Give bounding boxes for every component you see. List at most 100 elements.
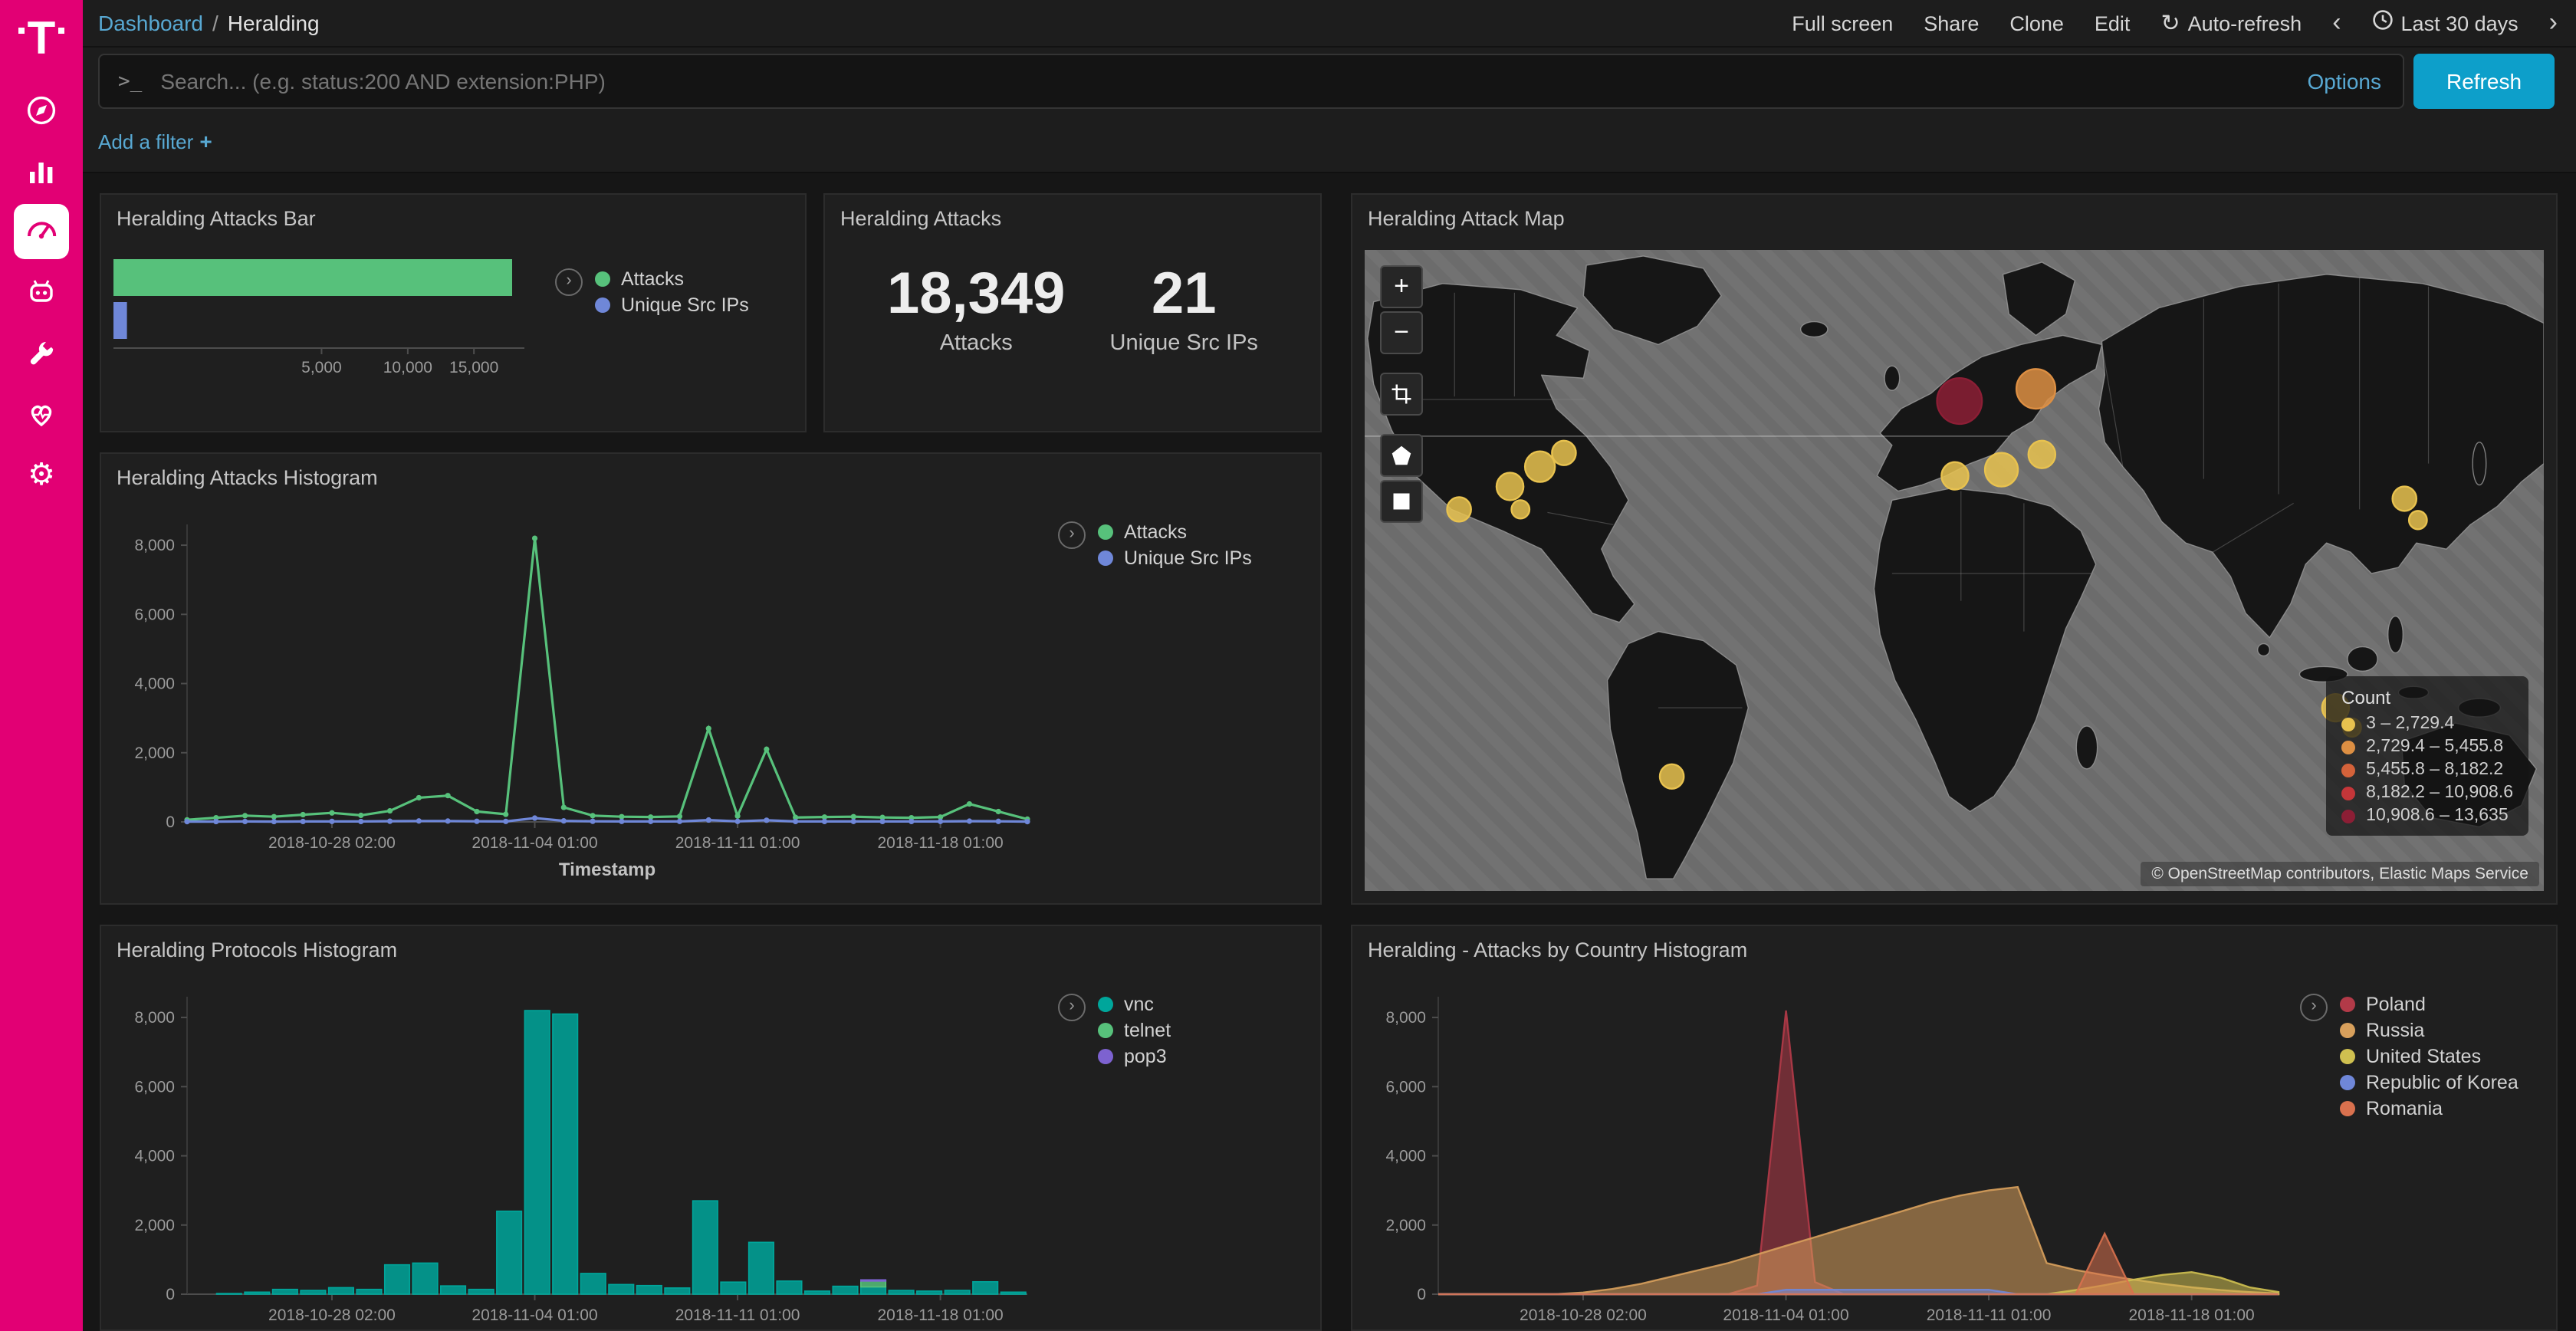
top-chrome: Dashboard / Heralding Full screen Share …	[83, 0, 2576, 173]
legend-label: Attacks	[621, 268, 684, 290]
time-back-button[interactable]: ‹	[2332, 12, 2341, 34]
legend-label: vnc	[1124, 994, 1154, 1015]
metric-value: 18,349	[887, 262, 1065, 328]
legend-label: Poland	[2366, 994, 2426, 1015]
legend-color-dot	[595, 297, 610, 313]
legend-item[interactable]: telnet	[1098, 1020, 1171, 1041]
svg-text:8,000: 8,000	[1385, 1009, 1426, 1027]
panel-attacks-bar: Heralding Attacks Bar 5,00010,00015,000 …	[100, 193, 807, 432]
svg-text:0: 0	[166, 1286, 175, 1303]
world-map[interactable]: + − Count3 – 2,729.42,729.4 – 5,455.85,4…	[1365, 250, 2544, 891]
sidebar-item-sentinl[interactable]	[11, 262, 72, 320]
auto-refresh-button[interactable]: ↻Auto-refresh	[2160, 9, 2302, 37]
draw-rectangle-button[interactable]	[1380, 480, 1423, 523]
legend-item[interactable]: Romania	[2340, 1098, 2518, 1119]
sidebar-item-dashboard[interactable]	[14, 204, 69, 259]
top-navbar: Dashboard / Heralding Full screen Share …	[83, 0, 2576, 48]
draw-polygon-button[interactable]	[1380, 434, 1423, 477]
gauge-icon	[23, 213, 60, 250]
legend-item[interactable]: United States	[2340, 1046, 2518, 1067]
kibana-dashboard: T ⚙ Dashboard / Heralding	[0, 0, 2576, 1331]
legend-item[interactable]: Russia	[2340, 1020, 2518, 1041]
legend-label: Republic of Korea	[2366, 1072, 2518, 1093]
full-screen-button[interactable]: Full screen	[1792, 12, 1893, 35]
map-legend-range: 10,908.6 – 13,635	[2366, 807, 2508, 825]
edit-button[interactable]: Edit	[2095, 12, 2131, 35]
svg-text:2018-11-11 01:00: 2018-11-11 01:00	[1927, 1306, 2052, 1324]
attacks-line-chart[interactable]: 02,0004,0006,0008,0002018-10-28 02:00201…	[110, 506, 1040, 892]
panel-title: Heralding Attacks Bar	[101, 195, 805, 242]
time-forward-button[interactable]: ›	[2549, 12, 2558, 34]
sidebar-item-management[interactable]: ⚙	[11, 446, 72, 504]
legend-collapse-icon[interactable]: ›	[1058, 521, 1086, 549]
panel-country-histogram: Heralding - Attacks by Country Histogram…	[1351, 925, 2558, 1331]
add-filter-link[interactable]: Add a filter+	[98, 129, 212, 153]
legend-item[interactable]: Poland	[2340, 994, 2518, 1015]
legend-item[interactable]: Republic of Korea	[2340, 1072, 2518, 1093]
map-legend-row: 3 – 2,729.4	[2341, 715, 2513, 733]
map-legend-range: 2,729.4 – 5,455.8	[2366, 738, 2503, 756]
legend-item[interactable]: Unique Src IPs	[1098, 547, 1252, 569]
time-range-picker[interactable]: Last 30 days	[2372, 9, 2518, 37]
legend-collapse-icon[interactable]: ›	[1058, 994, 1086, 1021]
svg-text:2,000: 2,000	[134, 744, 175, 762]
legend-label: Unique Src IPs	[621, 294, 749, 316]
legend-color-dot	[2340, 1101, 2355, 1116]
sidebar-item-monitoring[interactable]	[11, 385, 72, 443]
panel-title: Heralding Attacks	[825, 195, 1320, 242]
search-input[interactable]	[157, 67, 2285, 95]
refresh-arrow-icon: ↻	[2160, 9, 2180, 37]
zoom-in-button[interactable]: +	[1380, 265, 1423, 308]
clone-button[interactable]: Clone	[2009, 12, 2064, 35]
svg-text:2,000: 2,000	[134, 1217, 175, 1234]
map-legend-range: 3 – 2,729.4	[2366, 715, 2454, 733]
logo-dot	[18, 28, 25, 34]
legend-collapse-icon[interactable]: ›	[2300, 994, 2328, 1021]
legend-color-dot	[2340, 1023, 2355, 1038]
telekom-logo[interactable]: T	[15, 0, 68, 80]
legend-color-dot	[2340, 1075, 2355, 1090]
map-count-legend: Count3 – 2,729.42,729.4 – 5,455.85,455.8…	[2326, 676, 2528, 836]
svg-text:4,000: 4,000	[1385, 1148, 1426, 1165]
svg-text:0: 0	[166, 813, 175, 831]
sidebar-item-discover[interactable]	[11, 81, 72, 140]
plus-icon: +	[199, 129, 212, 153]
sidebar-item-devtools[interactable]	[11, 324, 72, 382]
breadcrumb-separator: /	[212, 11, 219, 35]
legend-item[interactable]: vnc	[1098, 994, 1171, 1015]
options-link[interactable]: Options	[2308, 69, 2382, 94]
sidebar-item-visualize[interactable]	[11, 143, 72, 201]
legend-collapse-icon[interactable]: ›	[555, 268, 583, 296]
metric-group: 18,349 Attacks 21 Unique Src IPs	[825, 262, 1320, 356]
panel-title: Heralding Protocols Histogram	[101, 926, 1320, 974]
map-legend-row: 2,729.4 – 5,455.8	[2341, 738, 2513, 756]
zoom-out-button[interactable]: −	[1380, 311, 1423, 354]
legend-label: Unique Src IPs	[1124, 547, 1252, 569]
refresh-button[interactable]: Refresh	[2413, 54, 2555, 109]
legend-item[interactable]: Attacks	[1098, 521, 1252, 543]
svg-text:15,000: 15,000	[449, 359, 498, 376]
legend-item[interactable]: Attacks	[595, 268, 749, 290]
share-button[interactable]: Share	[1924, 12, 1979, 35]
svg-text:4,000: 4,000	[134, 675, 175, 693]
panel-attacks-histogram: Heralding Attacks Histogram 02,0004,0006…	[100, 452, 1322, 905]
fit-data-bounds-button[interactable]	[1380, 373, 1423, 416]
svg-text:5,000: 5,000	[301, 359, 342, 376]
svg-text:2018-11-18 01:00: 2018-11-18 01:00	[877, 1306, 1003, 1324]
svg-text:6,000: 6,000	[1385, 1078, 1426, 1096]
logo-dot	[58, 28, 64, 34]
legend-color-dot	[2340, 1049, 2355, 1064]
legend-label: Romania	[2366, 1098, 2443, 1119]
panel-title: Heralding Attacks Histogram	[101, 454, 1320, 501]
map-toolbar: + −	[1380, 265, 1423, 523]
country-area-chart[interactable]: 02,0004,0006,0008,0002018-10-28 02:00201…	[1362, 978, 2291, 1331]
legend-item[interactable]: Unique Src IPs	[595, 294, 749, 316]
attacks-bar-chart[interactable]: 5,00010,00015,000	[113, 253, 550, 406]
protocols-bar-chart[interactable]: 02,0004,0006,0008,0002018-10-28 02:00201…	[110, 978, 1040, 1331]
svg-text:6,000: 6,000	[134, 1078, 175, 1096]
legend-label: telnet	[1124, 1020, 1171, 1041]
legend-item[interactable]: pop3	[1098, 1046, 1171, 1067]
svg-text:2018-11-04 01:00: 2018-11-04 01:00	[472, 1306, 597, 1324]
breadcrumb-dashboard-link[interactable]: Dashboard	[98, 11, 203, 35]
svg-text:2018-11-04 01:00: 2018-11-04 01:00	[1723, 1306, 1848, 1324]
